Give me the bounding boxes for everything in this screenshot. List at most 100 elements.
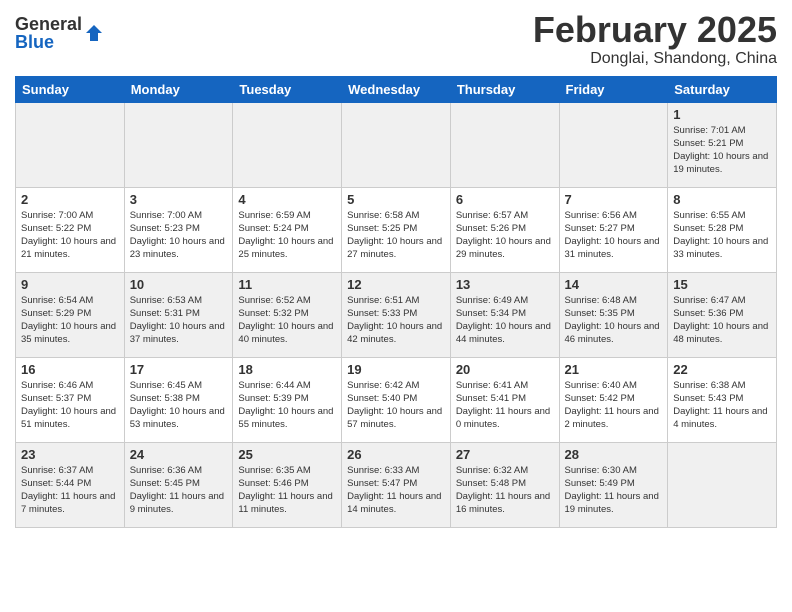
calendar-cell: 22Sunrise: 6:38 AM Sunset: 5:43 PM Dayli… [668, 357, 777, 442]
calendar-cell: 17Sunrise: 6:45 AM Sunset: 5:38 PM Dayli… [124, 357, 233, 442]
calendar-week-1: 1 Sunrise: 7:01 AM Sunset: 5:21 PM Daylig… [16, 102, 777, 187]
calendar-week-2: 2Sunrise: 7:00 AM Sunset: 5:22 PM Daylig… [16, 187, 777, 272]
day-info: Sunrise: 6:36 AM Sunset: 5:45 PM Dayligh… [130, 464, 228, 517]
calendar-cell: 1 Sunrise: 7:01 AM Sunset: 5:21 PM Daylig… [668, 102, 777, 187]
day-number: 15 [673, 277, 771, 292]
calendar-cell [16, 102, 125, 187]
calendar-cell [342, 102, 451, 187]
calendar-cell: 9 Sunrise: 6:54 AM Sunset: 5:29 PM Daylig… [16, 272, 125, 357]
calendar-cell: 19 Sunrise: 6:42 AM Sunset: 5:40 PM Dayli… [342, 357, 451, 442]
calendar-cell: 5 Sunrise: 6:58 AM Sunset: 5:25 PM Daylig… [342, 187, 451, 272]
day-number: 5 [347, 192, 445, 207]
day-number: 23 [21, 447, 119, 462]
day-info: Sunrise: 6:33 AM Sunset: 5:47 PM Dayligh… [347, 464, 445, 517]
calendar-cell: 23 Sunrise: 6:37 AM Sunset: 5:44 PM Dayli… [16, 442, 125, 527]
day-number: 20 [456, 362, 554, 377]
day-info: Sunrise: 6:54 AM Sunset: 5:29 PM Dayligh… [21, 294, 119, 347]
day-number: 8 [673, 192, 771, 207]
calendar-cell [450, 102, 559, 187]
day-info: Sunrise: 6:48 AM Sunset: 5:35 PM Dayligh… [565, 294, 663, 347]
day-info: Sunrise: 6:49 AM Sunset: 5:34 PM Dayligh… [456, 294, 554, 347]
day-number: 6 [456, 192, 554, 207]
calendar-cell: 24 Sunrise: 6:36 AM Sunset: 5:45 PM Dayli… [124, 442, 233, 527]
day-number: 28 [565, 447, 663, 462]
col-wednesday: Wednesday [342, 76, 451, 102]
calendar-cell: 28 Sunrise: 6:30 AM Sunset: 5:49 PM Dayli… [559, 442, 668, 527]
calendar-cell [668, 442, 777, 527]
day-info: Sunrise: 6:30 AM Sunset: 5:49 PM Dayligh… [565, 464, 663, 517]
day-number: 24 [130, 447, 228, 462]
day-info: Sunrise: 6:45 AM Sunset: 5:38 PM Dayligh… [130, 379, 228, 432]
calendar-cell: 16Sunrise: 6:46 AM Sunset: 5:37 PM Dayli… [16, 357, 125, 442]
day-info: Sunrise: 6:59 AM Sunset: 5:24 PM Dayligh… [238, 209, 336, 262]
day-number: 12 [347, 277, 445, 292]
day-number: 7 [565, 192, 663, 207]
calendar-header: General Blue February 2025 Donglai, Shan… [15, 10, 777, 68]
day-info: Sunrise: 6:58 AM Sunset: 5:25 PM Dayligh… [347, 209, 445, 262]
calendar-cell: 20 Sunrise: 6:41 AM Sunset: 5:41 PM Dayli… [450, 357, 559, 442]
day-number: 21 [565, 362, 663, 377]
calendar-cell [559, 102, 668, 187]
title-block: February 2025 Donglai, Shandong, China [533, 10, 777, 68]
day-info: Sunrise: 6:47 AM Sunset: 5:36 PM Dayligh… [673, 294, 771, 347]
day-info: Sunrise: 6:52 AM Sunset: 5:32 PM Dayligh… [238, 294, 336, 347]
col-thursday: Thursday [450, 76, 559, 102]
day-number: 11 [238, 277, 336, 292]
calendar-cell: 27Sunrise: 6:32 AM Sunset: 5:48 PM Dayli… [450, 442, 559, 527]
logo-general: General [15, 15, 82, 33]
calendar-cell: 26 Sunrise: 6:33 AM Sunset: 5:47 PM Dayli… [342, 442, 451, 527]
day-number: 4 [238, 192, 336, 207]
calendar-container: General Blue February 2025 Donglai, Shan… [0, 0, 792, 533]
col-monday: Monday [124, 76, 233, 102]
calendar-cell: 8 Sunrise: 6:55 AM Sunset: 5:28 PM Daylig… [668, 187, 777, 272]
day-info: Sunrise: 6:55 AM Sunset: 5:28 PM Dayligh… [673, 209, 771, 262]
logo-blue: Blue [15, 33, 82, 51]
logo-icon [84, 23, 104, 43]
day-info: Sunrise: 6:32 AM Sunset: 5:48 PM Dayligh… [456, 464, 554, 517]
day-info: Sunrise: 7:00 AM Sunset: 5:22 PM Dayligh… [21, 209, 119, 262]
location: Donglai, Shandong, China [533, 50, 777, 68]
day-number: 18 [238, 362, 336, 377]
day-number: 3 [130, 192, 228, 207]
month-title: February 2025 [533, 10, 777, 50]
calendar-cell [124, 102, 233, 187]
calendar-cell: 4 Sunrise: 6:59 AM Sunset: 5:24 PM Daylig… [233, 187, 342, 272]
day-info: Sunrise: 7:00 AM Sunset: 5:23 PM Dayligh… [130, 209, 228, 262]
calendar-week-4: 16Sunrise: 6:46 AM Sunset: 5:37 PM Dayli… [16, 357, 777, 442]
day-info: Sunrise: 6:51 AM Sunset: 5:33 PM Dayligh… [347, 294, 445, 347]
calendar-cell: 14 Sunrise: 6:48 AM Sunset: 5:35 PM Dayli… [559, 272, 668, 357]
day-number: 16 [21, 362, 119, 377]
day-info: Sunrise: 6:37 AM Sunset: 5:44 PM Dayligh… [21, 464, 119, 517]
day-info: Sunrise: 6:42 AM Sunset: 5:40 PM Dayligh… [347, 379, 445, 432]
calendar-cell: 15 Sunrise: 6:47 AM Sunset: 5:36 PM Dayli… [668, 272, 777, 357]
day-number: 10 [130, 277, 228, 292]
day-info: Sunrise: 6:38 AM Sunset: 5:43 PM Dayligh… [673, 379, 771, 432]
day-number: 19 [347, 362, 445, 377]
calendar-cell: 6 Sunrise: 6:57 AM Sunset: 5:26 PM Daylig… [450, 187, 559, 272]
calendar-week-3: 9 Sunrise: 6:54 AM Sunset: 5:29 PM Daylig… [16, 272, 777, 357]
calendar-cell: 12 Sunrise: 6:51 AM Sunset: 5:33 PM Dayli… [342, 272, 451, 357]
calendar-cell: 11 Sunrise: 6:52 AM Sunset: 5:32 PM Dayli… [233, 272, 342, 357]
day-number: 13 [456, 277, 554, 292]
calendar-cell: 18 Sunrise: 6:44 AM Sunset: 5:39 PM Dayli… [233, 357, 342, 442]
day-info: Sunrise: 6:56 AM Sunset: 5:27 PM Dayligh… [565, 209, 663, 262]
col-friday: Friday [559, 76, 668, 102]
day-number: 14 [565, 277, 663, 292]
day-info: Sunrise: 6:57 AM Sunset: 5:26 PM Dayligh… [456, 209, 554, 262]
header-row: Sunday Monday Tuesday Wednesday Thursday… [16, 76, 777, 102]
calendar-cell: 13 Sunrise: 6:49 AM Sunset: 5:34 PM Dayli… [450, 272, 559, 357]
day-info: Sunrise: 7:01 AM Sunset: 5:21 PM Dayligh… [673, 124, 771, 177]
logo-text: General Blue [15, 15, 82, 51]
calendar-table: Sunday Monday Tuesday Wednesday Thursday… [15, 76, 777, 528]
day-number: 1 [673, 107, 771, 122]
calendar-cell: 10 Sunrise: 6:53 AM Sunset: 5:31 PM Dayli… [124, 272, 233, 357]
day-info: Sunrise: 6:44 AM Sunset: 5:39 PM Dayligh… [238, 379, 336, 432]
day-number: 26 [347, 447, 445, 462]
day-info: Sunrise: 6:41 AM Sunset: 5:41 PM Dayligh… [456, 379, 554, 432]
calendar-cell: 2Sunrise: 7:00 AM Sunset: 5:22 PM Daylig… [16, 187, 125, 272]
day-number: 9 [21, 277, 119, 292]
col-sunday: Sunday [16, 76, 125, 102]
col-tuesday: Tuesday [233, 76, 342, 102]
calendar-cell: 7 Sunrise: 6:56 AM Sunset: 5:27 PM Daylig… [559, 187, 668, 272]
day-info: Sunrise: 6:53 AM Sunset: 5:31 PM Dayligh… [130, 294, 228, 347]
